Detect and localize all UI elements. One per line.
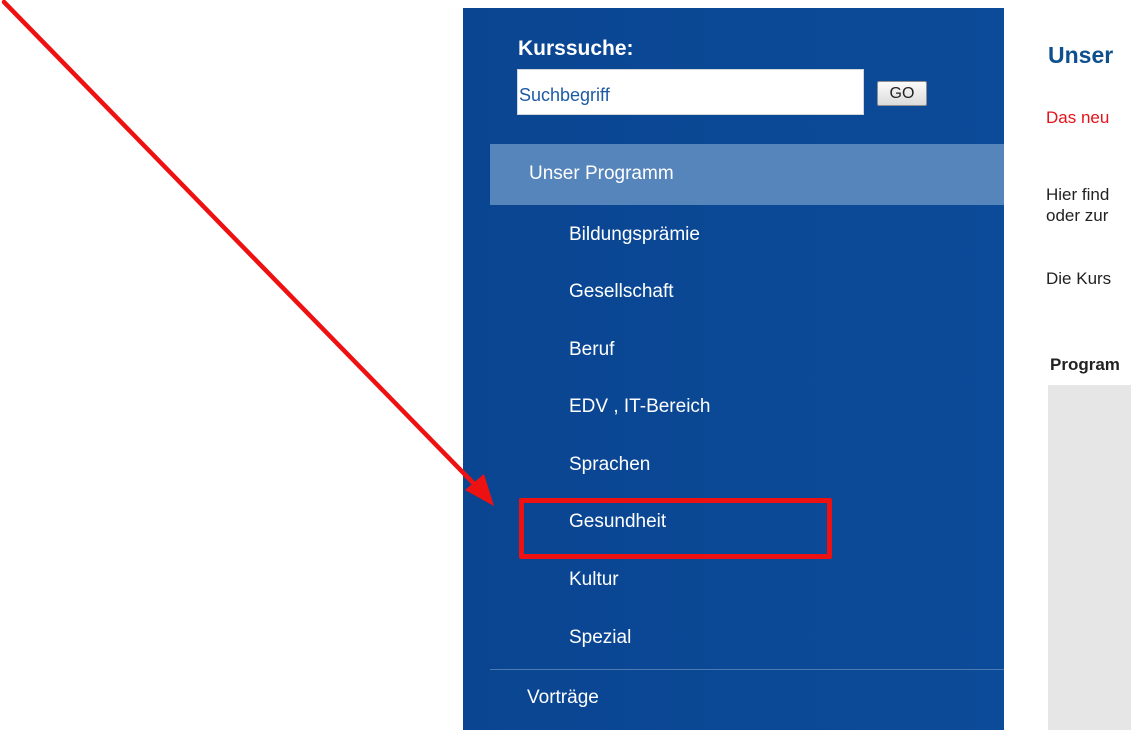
program-panel bbox=[1048, 385, 1131, 730]
nav-divider bbox=[490, 669, 1004, 670]
news-text[interactable]: Das neu bbox=[1046, 108, 1109, 128]
subitem-spezial[interactable]: Spezial bbox=[569, 627, 631, 649]
page: Kurssuche: GO Unser Programm Bildungsprä… bbox=[0, 0, 1131, 730]
intro-text-line-2: oder zur bbox=[1046, 206, 1109, 225]
annotation-highlight-box bbox=[519, 498, 832, 559]
nav-item-unser-programm[interactable]: Unser Programm bbox=[490, 144, 1004, 205]
go-button[interactable]: GO bbox=[877, 81, 927, 106]
sidebar-nav: Kurssuche: GO Unser Programm Bildungsprä… bbox=[463, 8, 1004, 730]
subitem-gesellschaft[interactable]: Gesellschaft bbox=[569, 281, 674, 303]
search-heading: Kurssuche: bbox=[518, 37, 634, 60]
subitem-beruf[interactable]: Beruf bbox=[569, 339, 614, 361]
subitem-kultur[interactable]: Kultur bbox=[569, 569, 619, 591]
program-label: Program bbox=[1050, 355, 1120, 374]
search-input[interactable] bbox=[517, 69, 864, 115]
subitem-sprachen[interactable]: Sprachen bbox=[569, 454, 650, 476]
nav-item-vortraege[interactable]: Vorträge bbox=[527, 687, 599, 709]
page-title: Unser bbox=[1048, 42, 1114, 68]
intro-text-line-3: Die Kurs bbox=[1046, 269, 1112, 288]
intro-text-line-1: Hier find bbox=[1046, 185, 1110, 204]
subitem-edv-it[interactable]: EDV , IT-Bereich bbox=[569, 396, 711, 418]
nav-item-label: Unser Programm bbox=[529, 163, 674, 184]
subitem-bildungspraemie[interactable]: Bildungsprämie bbox=[569, 224, 700, 246]
